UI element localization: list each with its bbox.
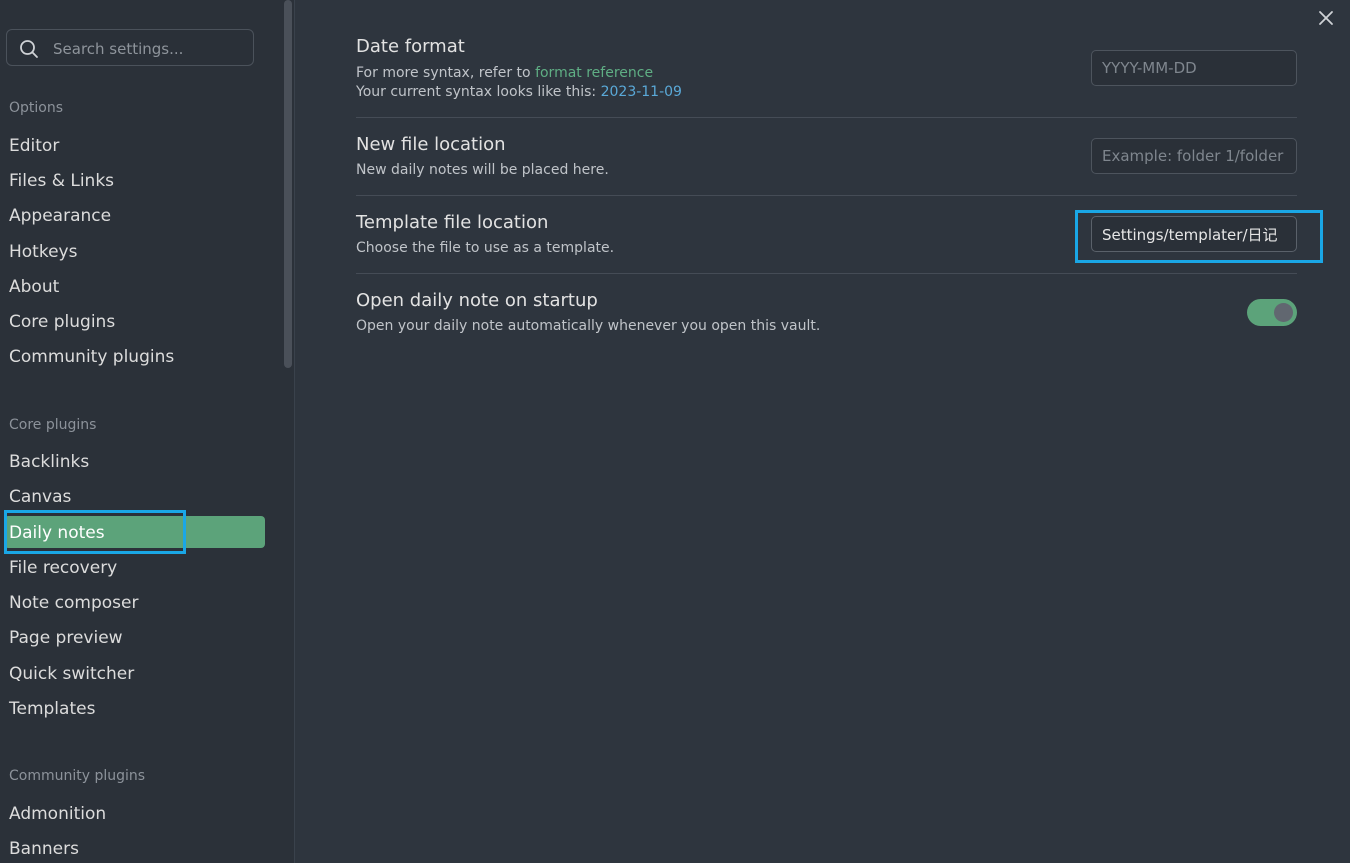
setting-date-format-desc: For more syntax, refer to format referen… — [356, 65, 653, 81]
sidebar-item-page-preview[interactable]: Page preview — [9, 628, 123, 648]
core-plugins-section-title: Core plugins — [9, 417, 97, 433]
format-reference-link[interactable]: format reference — [535, 65, 653, 81]
sidebar-item-hotkeys[interactable]: Hotkeys — [9, 242, 77, 262]
sidebar-scrollbar[interactable] — [284, 0, 292, 368]
toggle-knob — [1274, 303, 1293, 322]
setting-new-file-location-name: New file location — [356, 134, 506, 155]
date-format-input[interactable] — [1091, 50, 1297, 86]
date-format-preview-text: Your current syntax looks like this: — [356, 84, 601, 100]
divider — [356, 195, 1297, 196]
sidebar-item-about[interactable]: About — [9, 277, 59, 297]
date-format-preview-value: 2023-11-09 — [600, 84, 682, 100]
search-icon — [20, 40, 38, 58]
setting-new-file-location-desc: New daily notes will be placed here. — [356, 162, 609, 178]
divider — [356, 117, 1297, 118]
open-on-startup-toggle[interactable] — [1247, 299, 1297, 326]
setting-date-format-name: Date format — [356, 36, 465, 57]
close-icon — [1319, 11, 1333, 25]
search-box[interactable] — [6, 29, 254, 66]
sidebar-item-templates[interactable]: Templates — [9, 699, 95, 719]
sidebar-item-quick-switcher[interactable]: Quick switcher — [9, 664, 134, 684]
settings-sidebar: Options Editor Files & Links Appearance … — [0, 0, 295, 863]
sidebar-item-files-links[interactable]: Files & Links — [9, 171, 114, 191]
sidebar-item-core-plugins[interactable]: Core plugins — [9, 312, 115, 332]
search-input[interactable] — [51, 37, 250, 61]
sidebar-item-community-plugins[interactable]: Community plugins — [9, 347, 174, 367]
annotation-highlight-box — [4, 510, 186, 554]
divider — [356, 273, 1297, 274]
annotation-highlight-box — [1075, 210, 1323, 263]
setting-template-file-location-desc: Choose the file to use as a template. — [356, 240, 615, 256]
close-button[interactable] — [1316, 8, 1336, 28]
options-section-title: Options — [9, 100, 64, 116]
setting-date-format-preview: Your current syntax looks like this: 202… — [356, 84, 682, 100]
sidebar-item-appearance[interactable]: Appearance — [9, 206, 111, 226]
sidebar-item-file-recovery[interactable]: File recovery — [9, 558, 117, 578]
sidebar-item-note-composer[interactable]: Note composer — [9, 593, 138, 613]
sidebar-item-canvas[interactable]: Canvas — [9, 487, 71, 507]
community-plugins-section-title: Community plugins — [9, 768, 146, 784]
date-format-desc-text: For more syntax, refer to — [356, 65, 536, 81]
sidebar-item-backlinks[interactable]: Backlinks — [9, 452, 89, 472]
setting-open-on-startup-name: Open daily note on startup — [356, 290, 598, 311]
sidebar-item-banners[interactable]: Banners — [9, 839, 79, 859]
sidebar-item-editor[interactable]: Editor — [9, 136, 59, 156]
sidebar-item-admonition[interactable]: Admonition — [9, 804, 106, 824]
setting-open-on-startup-desc: Open your daily note automatically whene… — [356, 318, 821, 334]
setting-template-file-location-name: Template file location — [356, 212, 549, 233]
new-file-location-input[interactable] — [1091, 138, 1297, 174]
